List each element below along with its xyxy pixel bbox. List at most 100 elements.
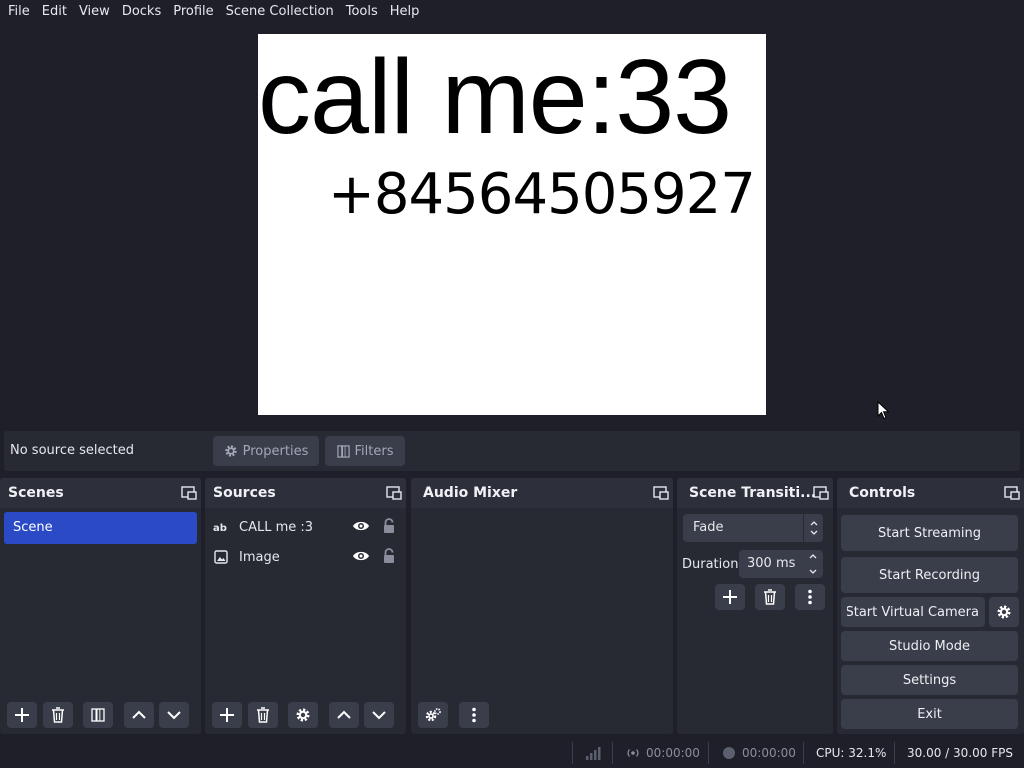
record-time: 00:00:00 bbox=[742, 746, 796, 760]
menu-scene-collection[interactable]: Scene Collection bbox=[220, 0, 340, 24]
move-source-up-button[interactable] bbox=[329, 702, 359, 728]
source-properties-button[interactable] bbox=[288, 702, 318, 728]
preview-canvas[interactable]: call me:33 +84564505927 bbox=[258, 34, 766, 415]
studio-mode-button[interactable]: Studio Mode bbox=[841, 631, 1018, 661]
add-source-button[interactable] bbox=[212, 702, 242, 728]
add-scene-button[interactable] bbox=[7, 702, 37, 728]
gear-icon bbox=[224, 445, 237, 457]
source-label: CALL me :3 bbox=[239, 519, 314, 535]
start-virtual-camera-button[interactable]: Start Virtual Camera bbox=[841, 597, 985, 627]
source-item-image[interactable]: Image bbox=[213, 545, 396, 569]
menu-file[interactable]: File bbox=[2, 0, 36, 24]
preview-text-line2: +84564505927 bbox=[328, 162, 756, 227]
eye-icon[interactable] bbox=[352, 549, 370, 563]
undock-icon[interactable] bbox=[653, 485, 669, 501]
advanced-audio-button[interactable] bbox=[418, 702, 448, 728]
divider bbox=[708, 742, 709, 764]
audio-mixer-title: Audio Mixer bbox=[423, 485, 518, 501]
start-virtual-camera-label: Start Virtual Camera bbox=[847, 604, 979, 620]
remove-transition-button[interactable] bbox=[755, 584, 785, 610]
settings-button[interactable]: Settings bbox=[841, 665, 1018, 695]
scene-transitions-header: Scene Transiti... bbox=[677, 478, 833, 508]
menu-help[interactable]: Help bbox=[384, 0, 426, 24]
cpu-usage: CPU: 32.1% bbox=[816, 746, 886, 760]
transition-menu-button[interactable] bbox=[795, 584, 825, 610]
undock-icon[interactable] bbox=[386, 485, 402, 501]
audio-mixer-dock: Audio Mixer bbox=[411, 478, 673, 734]
menu-profile[interactable]: Profile bbox=[167, 0, 219, 24]
undock-icon[interactable] bbox=[1004, 485, 1020, 501]
broadcast-icon bbox=[627, 749, 639, 757]
properties-button[interactable]: Properties bbox=[213, 436, 319, 466]
properties-label: Properties bbox=[242, 443, 309, 459]
source-item-text[interactable]: ab CALL me :3 bbox=[213, 515, 396, 539]
more-vertical-icon bbox=[472, 707, 476, 723]
plus-icon bbox=[723, 590, 737, 604]
scenes-dock: Scenes Scene bbox=[0, 478, 201, 734]
divider bbox=[803, 742, 804, 764]
menu-edit[interactable]: Edit bbox=[36, 0, 73, 24]
filter-icon bbox=[91, 708, 105, 722]
add-transition-button[interactable] bbox=[715, 584, 745, 610]
sources-title: Sources bbox=[213, 485, 276, 501]
lock-icon[interactable] bbox=[382, 548, 396, 564]
record-status: 00:00:00 bbox=[722, 746, 796, 760]
controls-title: Controls bbox=[849, 485, 916, 501]
trash-icon bbox=[52, 707, 64, 723]
spin-arrows-icon[interactable] bbox=[805, 550, 821, 578]
controls-header: Controls bbox=[837, 478, 1024, 508]
divider bbox=[612, 742, 613, 764]
move-source-down-button[interactable] bbox=[364, 702, 394, 728]
duration-spinbox[interactable]: 300 ms bbox=[739, 550, 823, 578]
remove-source-button[interactable] bbox=[248, 702, 278, 728]
virtual-camera-settings-button[interactable] bbox=[989, 597, 1019, 627]
filter-icon bbox=[336, 444, 350, 458]
fps-text: 30.00 / 30.00 FPS bbox=[907, 746, 1013, 760]
move-scene-up-button[interactable] bbox=[124, 702, 154, 728]
transition-select[interactable]: Fade bbox=[683, 514, 823, 542]
stream-status: 00:00:00 bbox=[626, 746, 700, 760]
signal-bars-icon bbox=[586, 747, 601, 760]
preview-area[interactable]: call me:33 +84564505927 bbox=[0, 24, 1024, 428]
move-scene-down-button[interactable] bbox=[159, 702, 189, 728]
plus-icon bbox=[15, 708, 29, 722]
undock-icon[interactable] bbox=[813, 485, 829, 501]
lock-icon[interactable] bbox=[382, 518, 396, 534]
filters-label: Filters bbox=[354, 443, 394, 459]
cpu-usage-text: CPU: 32.1% bbox=[816, 746, 887, 760]
scenes-header: Scenes bbox=[0, 478, 201, 508]
gear-icon bbox=[296, 708, 310, 722]
trash-icon bbox=[764, 589, 776, 605]
transition-selected-value: Fade bbox=[693, 520, 724, 535]
scene-transitions-dock: Scene Transiti... Fade Duration 300 ms bbox=[677, 478, 833, 734]
source-toolbar: No source selected Properties Filters bbox=[4, 431, 1020, 471]
preview-text-line1: call me:33 bbox=[258, 38, 732, 156]
eye-icon[interactable] bbox=[352, 519, 370, 533]
mouse-cursor-icon bbox=[877, 401, 890, 420]
start-recording-button[interactable]: Start Recording bbox=[841, 557, 1018, 593]
scenes-title: Scenes bbox=[8, 485, 64, 501]
more-vertical-icon bbox=[808, 589, 812, 605]
undock-icon[interactable] bbox=[181, 485, 197, 501]
audio-mixer-menu-button[interactable] bbox=[459, 702, 489, 728]
scene-filters-button[interactable] bbox=[83, 702, 113, 728]
duration-label: Duration bbox=[682, 557, 739, 572]
menu-view[interactable]: View bbox=[73, 0, 116, 24]
divider bbox=[894, 742, 895, 764]
menu-tools[interactable]: Tools bbox=[340, 0, 384, 24]
status-bar: 00:00:00 00:00:00 CPU: 32.1% 30.00 / 30.… bbox=[0, 738, 1024, 768]
text-icon: ab bbox=[213, 519, 229, 535]
svg-text:ab: ab bbox=[213, 523, 227, 534]
sources-dock: Sources ab CALL me :3 Image bbox=[205, 478, 406, 734]
chevron-down-icon bbox=[372, 711, 386, 720]
scene-list-item[interactable]: Scene bbox=[4, 512, 197, 544]
start-streaming-button[interactable]: Start Streaming bbox=[841, 515, 1018, 551]
remove-scene-button[interactable] bbox=[43, 702, 73, 728]
exit-button[interactable]: Exit bbox=[841, 699, 1018, 729]
chevron-up-icon bbox=[132, 710, 146, 719]
gears-icon bbox=[425, 708, 441, 722]
menu-docks[interactable]: Docks bbox=[116, 0, 167, 24]
record-icon bbox=[723, 747, 735, 759]
scene-transitions-title: Scene Transiti... bbox=[689, 485, 817, 501]
filters-button[interactable]: Filters bbox=[325, 436, 405, 466]
